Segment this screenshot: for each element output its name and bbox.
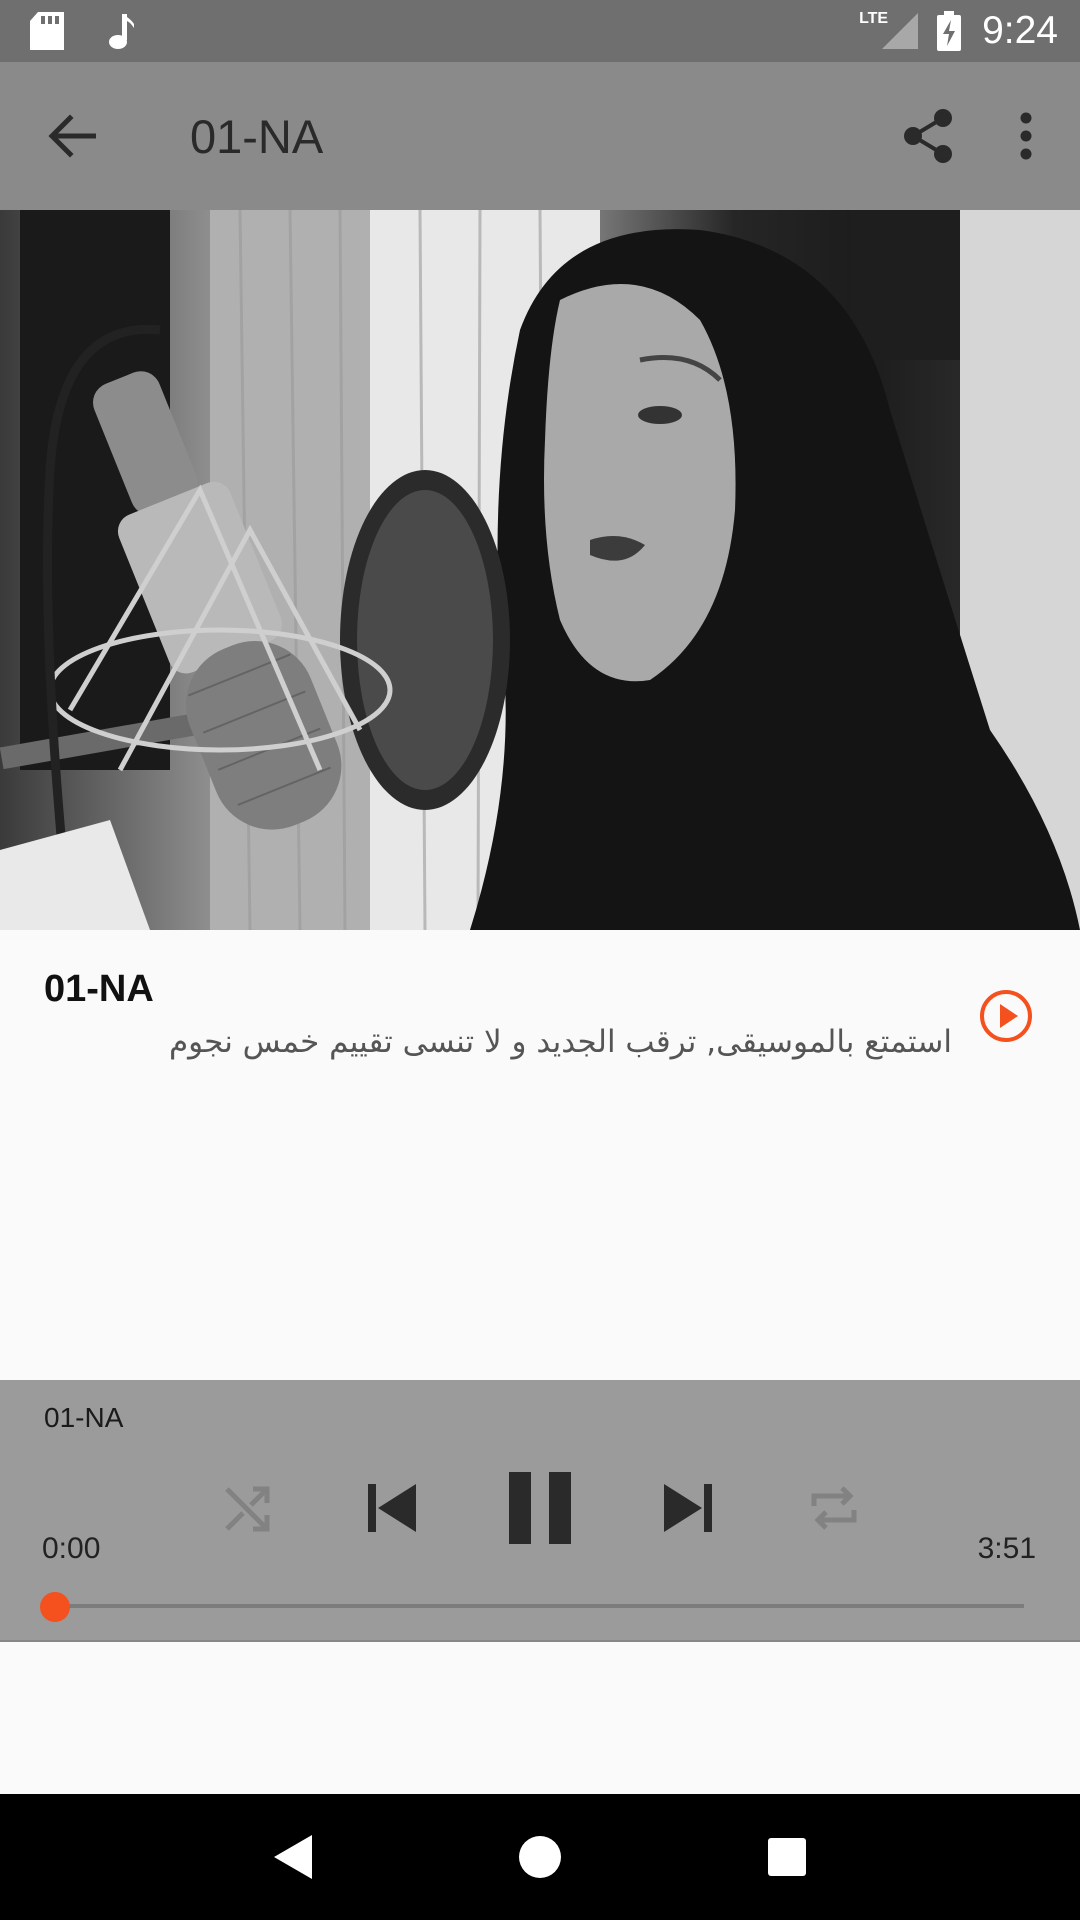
pause-button[interactable] bbox=[500, 1466, 580, 1550]
battery-charging-icon bbox=[936, 11, 962, 51]
player-title: 01-NA bbox=[44, 1402, 124, 1433]
skip-previous-icon bbox=[368, 1484, 416, 1532]
time-elapsed: 0:00 bbox=[42, 1532, 101, 1565]
track-title: 01-NA bbox=[44, 968, 154, 1010]
screen: LTE 9:24 01-NA 01-NA استمتع بالموسيقى, ت… bbox=[0, 0, 1080, 1920]
pause-icon bbox=[509, 1472, 571, 1544]
network-type: LTE bbox=[859, 10, 889, 27]
nav-home-icon bbox=[518, 1836, 561, 1878]
track-info: 01-NA استمتع بالموسيقى, ترقب الجديد و لا… bbox=[0, 930, 1080, 1380]
shuffle-button[interactable] bbox=[216, 1476, 280, 1540]
status-time: 9:24 bbox=[982, 9, 1058, 52]
nav-recents-icon bbox=[767, 1838, 806, 1876]
skip-next-icon bbox=[664, 1484, 712, 1532]
time-total: 3:51 bbox=[977, 1532, 1036, 1565]
nav-back-icon bbox=[274, 1835, 313, 1879]
sd-card-icon bbox=[30, 12, 64, 50]
play-circle-icon bbox=[980, 990, 1032, 1042]
play-track-button[interactable] bbox=[978, 988, 1034, 1044]
app-toolbar: 01-NA bbox=[0, 62, 1080, 210]
nav-recents-button[interactable] bbox=[747, 1817, 827, 1897]
track-description: استمتع بالموسيقى, ترقب الجديد و لا تنسى … bbox=[168, 1024, 952, 1060]
status-left bbox=[30, 12, 180, 50]
toolbar-title: 01-NA bbox=[190, 109, 324, 163]
previous-button[interactable] bbox=[360, 1476, 424, 1540]
repeat-icon bbox=[811, 1486, 857, 1530]
share-button[interactable] bbox=[888, 96, 968, 176]
album-artwork bbox=[0, 210, 1080, 930]
back-button[interactable] bbox=[36, 100, 108, 172]
music-note-icon bbox=[108, 12, 136, 50]
nav-home-button[interactable] bbox=[500, 1817, 580, 1897]
status-bar: LTE 9:24 bbox=[0, 0, 1080, 62]
share-icon bbox=[904, 109, 952, 163]
arrow-back-icon bbox=[48, 114, 96, 158]
seek-thumb[interactable] bbox=[40, 1592, 70, 1622]
seek-bar[interactable] bbox=[54, 1604, 1024, 1608]
status-right: LTE 9:24 bbox=[843, 9, 1058, 53]
more-vert-icon bbox=[1020, 112, 1032, 160]
next-button[interactable] bbox=[656, 1476, 720, 1540]
more-options-button[interactable] bbox=[996, 96, 1056, 176]
artwork-illustration bbox=[0, 210, 1080, 930]
shuffle-icon bbox=[225, 1486, 270, 1532]
system-nav-bar bbox=[0, 1794, 1080, 1920]
repeat-button[interactable] bbox=[800, 1476, 868, 1540]
signal-icon: LTE bbox=[859, 10, 920, 51]
nav-back-button[interactable] bbox=[253, 1817, 333, 1897]
